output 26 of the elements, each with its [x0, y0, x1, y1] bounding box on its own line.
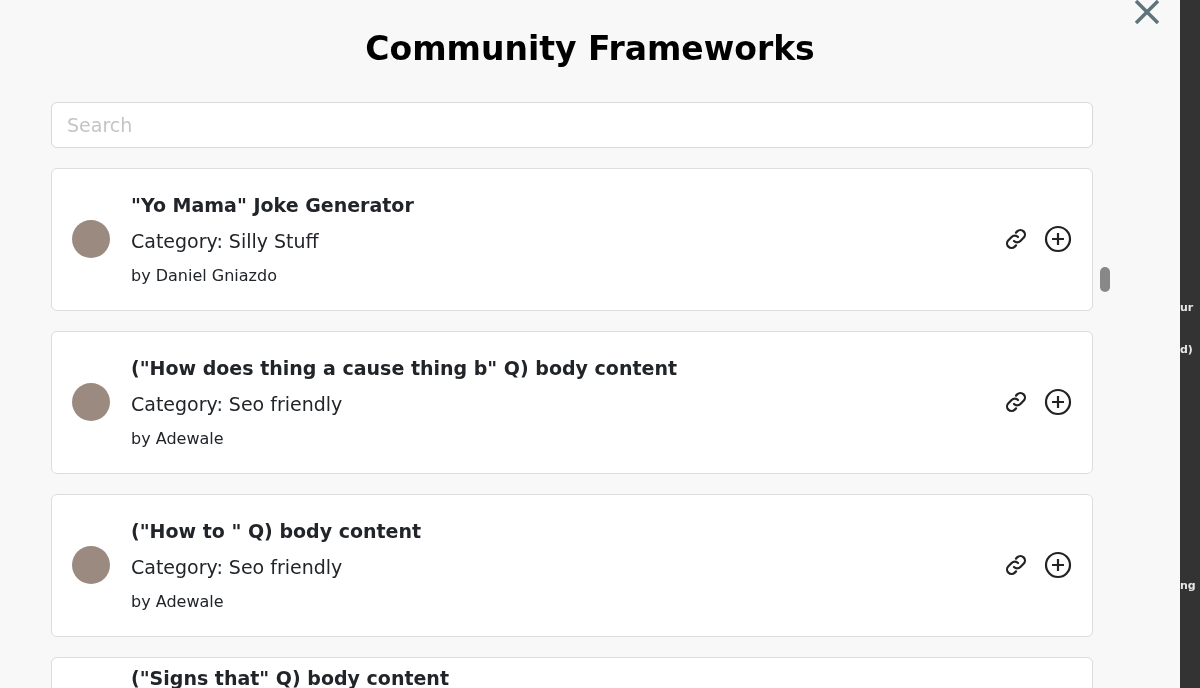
- avatar: [72, 383, 110, 421]
- add-icon[interactable]: [1044, 388, 1072, 416]
- avatar: [72, 546, 110, 584]
- add-icon[interactable]: [1044, 225, 1072, 253]
- background-text: d): [1180, 341, 1194, 358]
- framework-author: by Adewale: [131, 427, 225, 450]
- link-icon[interactable]: [1004, 390, 1028, 414]
- add-icon[interactable]: [1044, 551, 1072, 579]
- framework-title: "Yo Mama" Joke Generator: [131, 192, 415, 218]
- background-text: ur: [1180, 300, 1195, 316]
- link-icon[interactable]: [1004, 227, 1028, 251]
- scrollbar-thumb[interactable]: [1100, 266, 1110, 292]
- link-icon[interactable]: [1004, 553, 1028, 577]
- framework-category: Category: Silly Stuff: [131, 229, 320, 254]
- search-field[interactable]: Search: [51, 101, 1093, 148]
- framework-title: ("Signs that" Q) body content: [131, 665, 450, 688]
- avatar: [72, 220, 110, 258]
- framework-author: by Adewale: [131, 590, 225, 613]
- background-text: ng: [1180, 578, 1197, 594]
- framework-category: Category: Seo friendly: [131, 555, 344, 580]
- close-icon[interactable]: [1134, 0, 1160, 24]
- framework-author: by Daniel Gniazdo: [131, 264, 278, 287]
- framework-title: ("How does thing a cause thing b" Q) body content: [131, 355, 678, 381]
- framework-category: Category: Seo friendly: [131, 392, 344, 417]
- framework-title: ("How to " Q) body content: [131, 518, 423, 544]
- modal-title: Community Frameworks: [364, 28, 816, 70]
